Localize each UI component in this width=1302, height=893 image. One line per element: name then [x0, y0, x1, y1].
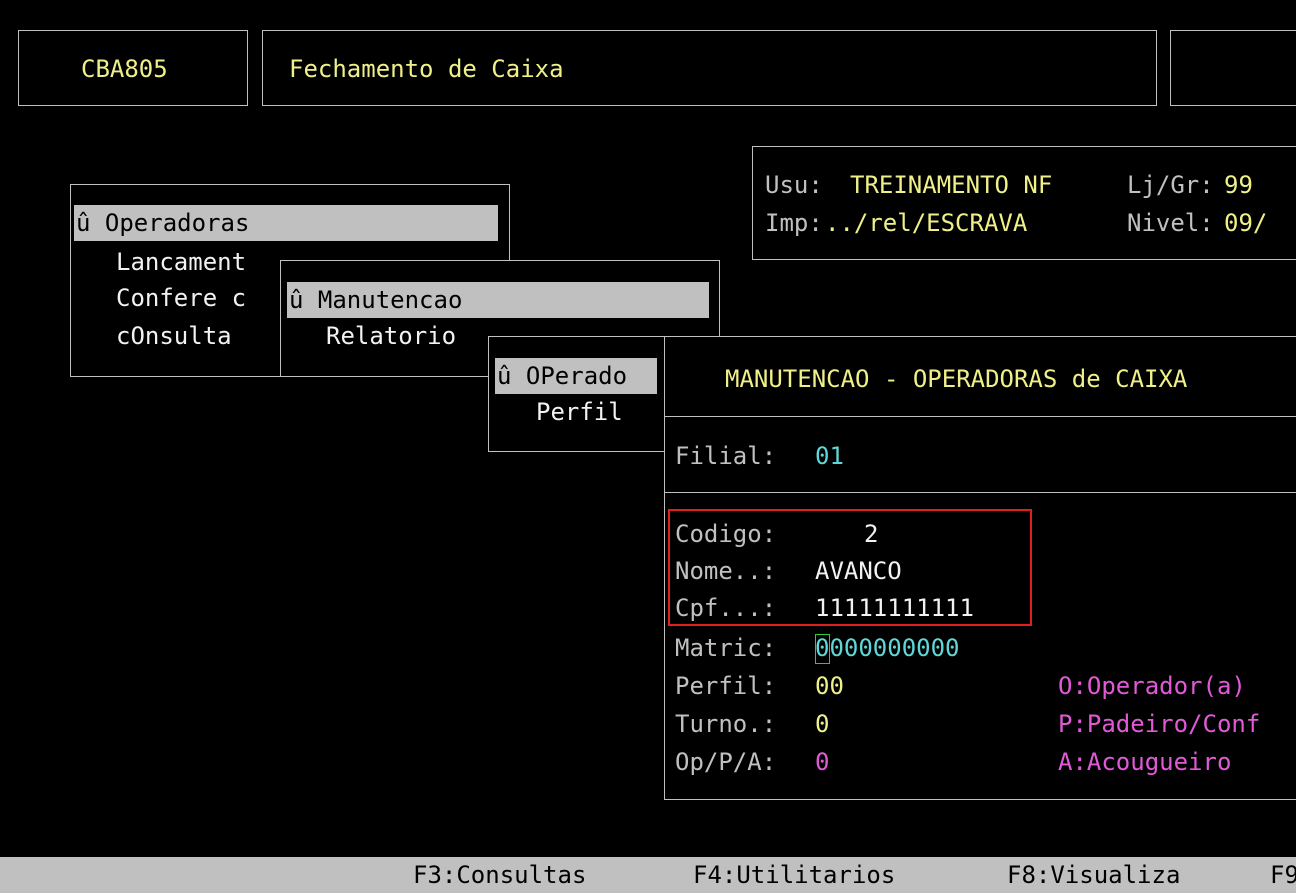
printer-value: ../rel/ESCRAVA	[825, 209, 1028, 237]
printer-label: Imp:	[765, 209, 823, 237]
form-title: MANUTENCAO - OPERADORAS de CAIXA	[725, 365, 1188, 393]
text-cursor	[815, 634, 830, 664]
legend-operador: O:Operador(a)	[1058, 672, 1246, 700]
perfil-value[interactable]: 00	[815, 672, 844, 700]
function-key-bar: F3:Consultas F4:Utilitarios F8:Visualiza…	[0, 857, 1296, 893]
perfil-label: Perfil:	[675, 672, 777, 700]
menu1-item-lancament[interactable]: Lancament	[116, 248, 246, 276]
f4-utilitarios-key[interactable]: F4:Utilitarios	[693, 861, 895, 889]
f9-key[interactable]: F9	[1270, 861, 1296, 889]
menu1-item-confere[interactable]: Confere c	[116, 284, 246, 312]
program-code: CBA805	[81, 55, 168, 83]
session-info-box: Usu: TREINAMENTO NF Lj/Gr: 99 Imp: ../re…	[752, 146, 1296, 260]
header-right-box	[1170, 30, 1296, 106]
user-value: TREINAMENTO NF	[850, 171, 1053, 199]
screen-title-box: Fechamento de Caixa	[262, 30, 1157, 106]
terminal-screen: CBA805 Fechamento de Caixa Usu: TREINAME…	[0, 0, 1296, 893]
turno-value[interactable]: 0	[815, 710, 829, 738]
form-divider-2	[664, 492, 1296, 493]
f3-consultas-key[interactable]: F3:Consultas	[413, 861, 586, 889]
filial-value[interactable]: 01	[815, 442, 844, 470]
legend-acougueiro: A:Acougueiro	[1058, 748, 1232, 776]
menu2-item-relatorio[interactable]: Relatorio	[326, 322, 456, 350]
annotation-highlight-box	[668, 509, 1032, 626]
filial-label: Filial:	[675, 442, 777, 470]
matric-label: Matric:	[675, 634, 777, 662]
menu3-item-perfil[interactable]: Perfil	[536, 398, 623, 426]
store-label: Lj/Gr:	[1127, 171, 1214, 199]
level-value: 09/	[1224, 209, 1268, 237]
opa-label: Op/P/A:	[675, 748, 777, 776]
turno-label: Turno.:	[675, 710, 777, 738]
menu1-item-consulta[interactable]: cOnsulta	[116, 322, 232, 350]
legend-padeiro: P:Padeiro/Conf	[1058, 710, 1261, 738]
menu1-selected-item[interactable]: û Operadoras	[74, 205, 498, 241]
user-label: Usu:	[765, 171, 823, 199]
store-value: 99	[1224, 171, 1253, 199]
f8-visualiza-key[interactable]: F8:Visualiza	[1007, 861, 1180, 889]
menu2-selected-item[interactable]: û Manutencao	[287, 282, 709, 318]
program-code-box: CBA805	[18, 30, 248, 106]
menu3-selected-item[interactable]: û OPerado	[495, 358, 657, 394]
level-label: Nivel:	[1127, 209, 1214, 237]
screen-title: Fechamento de Caixa	[289, 55, 564, 83]
opa-value[interactable]: 0	[815, 748, 829, 776]
form-divider-1	[664, 416, 1296, 417]
matric-input[interactable]: 0000000000	[815, 634, 960, 662]
